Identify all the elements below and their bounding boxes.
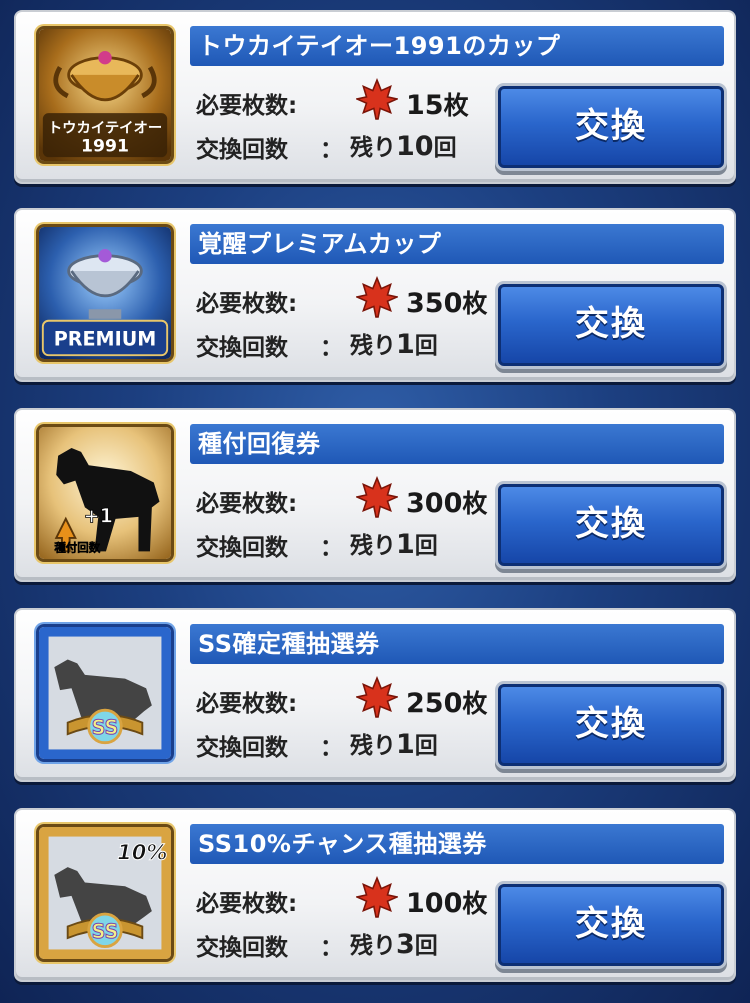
maple-leaf-icon — [356, 78, 398, 120]
exchange-item-card: SS SS確定種抽選券 必要枚数: 250枚 交換回数 ： 残り1回 交換 — [14, 608, 736, 782]
cost-value: 100 — [406, 888, 463, 919]
exchange-item-card: +1 種付回数 種付回復券 必要枚数: 300枚 交換回数 ： 残り1回 交換 — [14, 408, 736, 582]
item-title: 覚醒プレミアムカップ — [190, 224, 724, 264]
cost-unit: 枚 — [462, 889, 488, 918]
cost-unit: 枚 — [462, 489, 488, 518]
exchange-button[interactable]: 交換 — [498, 86, 724, 168]
exchange-button[interactable]: 交換 — [498, 284, 724, 366]
badge-line1: +1 — [84, 505, 113, 528]
remain-value: 10 — [396, 131, 434, 162]
remain-value: 1 — [396, 729, 415, 760]
remain-unit: 回 — [414, 333, 438, 359]
remain-value: 3 — [396, 929, 415, 960]
exchange-item-card: トウカイテイオー 1991 トウカイテイオー1991のカップ 必要枚数: 15枚… — [14, 10, 736, 184]
exchange-button[interactable]: 交換 — [498, 684, 724, 766]
badge-line1: SS — [92, 716, 119, 739]
remain-value: 1 — [396, 529, 415, 560]
colon: ： — [320, 735, 343, 761]
trophy-gold-icon: トウカイテイオー 1991 — [36, 26, 174, 164]
colon: ： — [320, 335, 343, 361]
required-label: 必要枚数: — [196, 691, 298, 717]
required-label: 必要枚数: — [196, 891, 298, 917]
item-title: SS10%チャンス種抽選券 — [190, 824, 724, 864]
item-title: SS確定種抽選券 — [190, 624, 724, 664]
item-title: トウカイテイオー1991のカップ — [190, 26, 724, 66]
colon: ： — [320, 935, 343, 961]
remain-prefix: 残り — [350, 135, 396, 161]
maple-leaf-icon — [356, 476, 398, 518]
badge-line1: SS — [92, 920, 119, 943]
remain-unit: 回 — [414, 933, 438, 959]
item-title: 種付回復券 — [190, 424, 724, 464]
exchange-item-card: PREMIUM 覚醒プレミアムカップ 必要枚数: 350枚 交換回数 ： 残り1… — [14, 208, 736, 382]
maple-leaf-icon — [356, 676, 398, 718]
remain-prefix: 残り — [350, 333, 396, 359]
remain-prefix: 残り — [350, 533, 396, 559]
maple-leaf-icon — [356, 276, 398, 318]
trophy-premium-icon: PREMIUM — [36, 224, 174, 362]
ss-ticket-icon: SS — [36, 624, 174, 762]
badge-line1: PREMIUM — [54, 328, 157, 351]
required-label: 必要枚数: — [196, 491, 298, 517]
cost-value: 300 — [406, 488, 463, 519]
cost-unit: 枚 — [443, 91, 469, 120]
ss-chance-ticket-icon: SS 10% — [36, 824, 174, 962]
cost-value: 350 — [406, 288, 463, 319]
remain-unit: 回 — [414, 533, 438, 559]
remain-prefix: 残り — [350, 733, 396, 759]
colon: ： — [320, 137, 343, 163]
maple-leaf-icon — [356, 876, 398, 918]
badge-line2: 1991 — [81, 136, 129, 156]
cost-value: 15 — [406, 90, 444, 121]
cost-value: 250 — [406, 688, 463, 719]
exchange-item-card: SS 10% SS10%チャンス種抽選券 必要枚数: 100枚 交換回数 ： 残… — [14, 808, 736, 982]
cost-unit: 枚 — [462, 689, 488, 718]
exchange-button[interactable]: 交換 — [498, 884, 724, 966]
required-label: 必要枚数: — [196, 291, 298, 317]
required-label: 必要枚数: — [196, 93, 298, 119]
colon: ： — [320, 535, 343, 561]
badge-line1: トウカイテイオー — [48, 119, 162, 136]
badge-line2: 種付回数 — [54, 540, 100, 554]
horse-silhouette-icon: +1 種付回数 — [36, 424, 174, 562]
remain-unit: 回 — [433, 135, 457, 161]
exchange-button[interactable]: 交換 — [498, 484, 724, 566]
remain-unit: 回 — [414, 733, 438, 759]
cost-unit: 枚 — [462, 289, 488, 318]
badge-line2: 10% — [117, 840, 167, 865]
remain-value: 1 — [396, 329, 415, 360]
remain-prefix: 残り — [350, 933, 396, 959]
